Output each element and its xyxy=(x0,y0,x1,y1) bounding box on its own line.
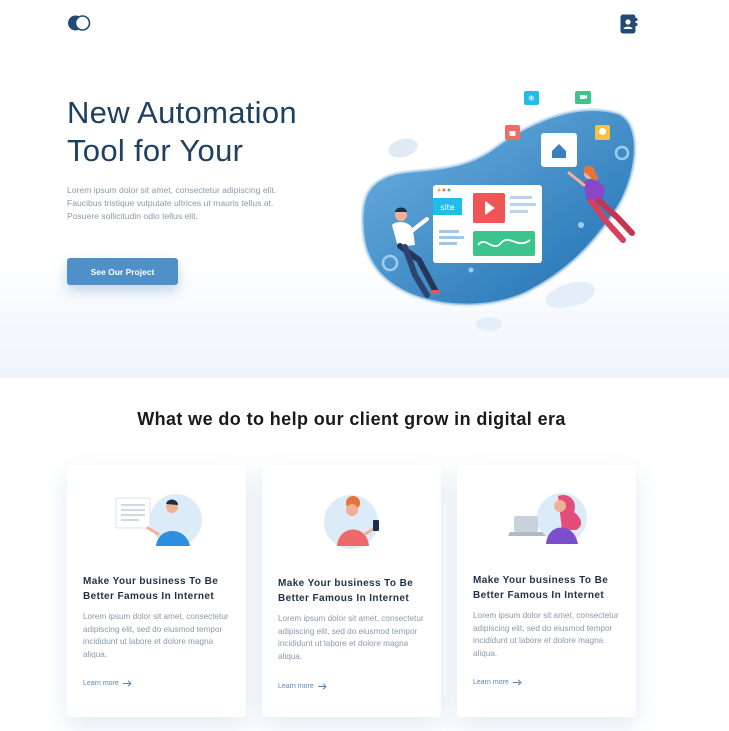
card-text: Lorem ipsum dolor sit amet, consectetur … xyxy=(473,611,619,658)
toggle-logo-icon[interactable] xyxy=(67,14,91,32)
hero-title: New Automation Tool for Your xyxy=(67,94,367,170)
service-card: Make Your business To Be Better Famous I… xyxy=(457,465,636,717)
arrow-right-icon xyxy=(317,683,327,690)
see-our-project-button[interactable]: See Our Project xyxy=(67,258,178,285)
card-text: Lorem ipsum dolor sit amet, consectetur … xyxy=(278,614,424,661)
svg-text:site: site xyxy=(440,203,455,212)
hero-description: Lorem ipsum dolor sit amet, consectetur … xyxy=(67,185,277,221)
service-card: Make Your business To Be Better Famous I… xyxy=(262,465,441,717)
card-title: Make Your business To Be Better Famous I… xyxy=(278,578,414,604)
learn-more-link[interactable]: Learn more xyxy=(473,679,522,686)
person-with-document-icon xyxy=(115,494,202,546)
learn-more-link[interactable]: Learn more xyxy=(83,680,132,687)
learn-more-label: Learn more xyxy=(83,680,119,687)
person-with-phone-icon xyxy=(324,495,379,549)
card-text: Lorem ipsum dolor sit amet, consectetur … xyxy=(83,612,229,659)
learn-more-label: Learn more xyxy=(278,683,314,690)
arrow-right-icon xyxy=(512,679,522,686)
svg-text:❄: ❄ xyxy=(528,94,535,103)
service-card: Make Your business To Be Better Famous I… xyxy=(67,465,246,717)
learn-more-link[interactable]: Learn more xyxy=(278,683,327,690)
services-title: What we do to help our client grow in di… xyxy=(137,409,566,429)
contact-book-icon[interactable] xyxy=(620,14,638,34)
hero-title-line-1: New Automation xyxy=(67,95,297,130)
learn-more-label: Learn more xyxy=(473,679,509,686)
hero-section: New Automation Tool for Your Lorem ipsum… xyxy=(0,0,729,378)
automation-illustration: ❄ site xyxy=(360,91,637,331)
arrow-right-icon xyxy=(122,680,132,687)
hero-title-line-2: Tool for Your xyxy=(67,133,244,168)
card-title: Make Your business To Be Better Famous I… xyxy=(473,575,609,601)
card-title: Make Your business To Be Better Famous I… xyxy=(83,576,219,602)
person-with-laptop-icon xyxy=(508,493,587,544)
